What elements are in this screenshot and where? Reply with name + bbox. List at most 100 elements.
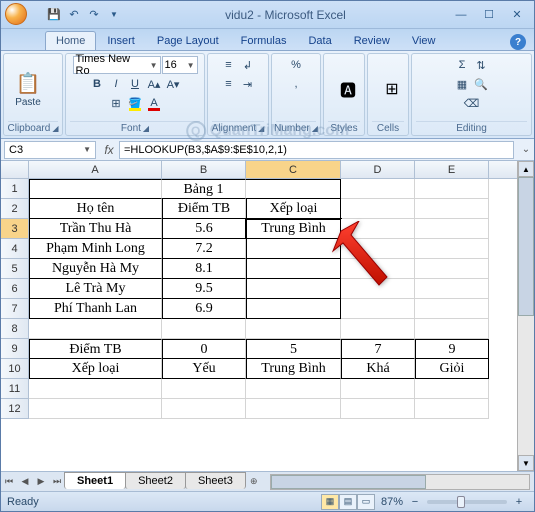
cell[interactable] bbox=[341, 399, 415, 419]
cell[interactable]: 6.9 bbox=[162, 299, 246, 319]
cell[interactable] bbox=[246, 259, 341, 279]
row-header[interactable]: 12 bbox=[1, 399, 29, 419]
cell[interactable] bbox=[415, 199, 489, 219]
dialog-launcher-icon[interactable]: ◢ bbox=[312, 124, 318, 133]
sheet-tab-2[interactable]: Sheet2 bbox=[125, 472, 186, 489]
bold-button[interactable]: B bbox=[88, 75, 106, 93]
cell[interactable] bbox=[246, 239, 341, 259]
cell[interactable] bbox=[29, 399, 162, 419]
tab-view[interactable]: View bbox=[401, 31, 447, 50]
font-name-combo[interactable]: Times New Ro▼ bbox=[73, 56, 161, 74]
font-size-combo[interactable]: 16▼ bbox=[162, 56, 198, 74]
row-header[interactable]: 10 bbox=[1, 359, 29, 379]
cell[interactable]: Điểm TB bbox=[162, 199, 246, 219]
zoom-thumb[interactable] bbox=[457, 496, 465, 508]
cell[interactable] bbox=[29, 319, 162, 339]
cell[interactable] bbox=[341, 299, 415, 319]
cell[interactable] bbox=[246, 319, 341, 339]
row-header[interactable]: 5 bbox=[1, 259, 29, 279]
cell[interactable]: 9 bbox=[415, 339, 489, 359]
fill-color-button[interactable]: 🪣 bbox=[126, 94, 144, 112]
cell[interactable] bbox=[162, 319, 246, 339]
comma-button[interactable]: , bbox=[287, 75, 305, 93]
tab-review[interactable]: Review bbox=[343, 31, 401, 50]
cell[interactable]: Khá bbox=[341, 359, 415, 379]
cell[interactable] bbox=[29, 379, 162, 399]
row-header[interactable]: 11 bbox=[1, 379, 29, 399]
cell[interactable]: Bảng 1 bbox=[162, 179, 246, 199]
cell[interactable]: Xếp loại bbox=[246, 199, 341, 219]
clear-icon[interactable]: ⌫ bbox=[463, 94, 481, 112]
percent-button[interactable]: % bbox=[287, 56, 305, 74]
row-header[interactable]: 3 bbox=[1, 219, 29, 239]
first-sheet-icon[interactable]: ⏮ bbox=[1, 474, 17, 490]
horizontal-scrollbar[interactable] bbox=[270, 474, 530, 490]
sheet-tab-3[interactable]: Sheet3 bbox=[185, 472, 246, 489]
select-all-corner[interactable] bbox=[1, 161, 29, 178]
maximize-button[interactable]: ☐ bbox=[476, 6, 502, 24]
qat-customize-icon[interactable]: ▼ bbox=[105, 6, 123, 24]
tab-home[interactable]: Home bbox=[45, 31, 96, 50]
border-button[interactable]: ⊞ bbox=[107, 94, 125, 112]
tab-insert[interactable]: Insert bbox=[96, 31, 146, 50]
tab-formulas[interactable]: Formulas bbox=[230, 31, 298, 50]
scroll-thumb[interactable] bbox=[271, 475, 426, 489]
help-icon[interactable]: ? bbox=[510, 34, 526, 50]
normal-view-icon[interactable]: ▦ bbox=[321, 494, 339, 510]
cell[interactable] bbox=[415, 179, 489, 199]
cell[interactable]: 7.2 bbox=[162, 239, 246, 259]
cell[interactable] bbox=[29, 179, 162, 199]
underline-button[interactable]: U bbox=[126, 75, 144, 93]
cell[interactable]: 5.6 bbox=[162, 219, 246, 239]
cell[interactable]: Giỏi bbox=[415, 359, 489, 379]
row-header[interactable]: 2 bbox=[1, 199, 29, 219]
cell[interactable] bbox=[341, 259, 415, 279]
font-color-button[interactable]: A bbox=[145, 94, 163, 112]
redo-icon[interactable]: ↷ bbox=[85, 6, 103, 24]
page-break-view-icon[interactable]: ▭ bbox=[357, 494, 375, 510]
scroll-up-icon[interactable]: ▲ bbox=[518, 161, 534, 177]
cell[interactable] bbox=[341, 219, 415, 239]
cell[interactable] bbox=[415, 279, 489, 299]
cell[interactable]: Yếu bbox=[162, 359, 246, 379]
cell[interactable]: 7 bbox=[341, 339, 415, 359]
row-header[interactable]: 9 bbox=[1, 339, 29, 359]
cell[interactable] bbox=[246, 379, 341, 399]
fill-icon[interactable]: ▦ bbox=[453, 75, 471, 93]
scroll-thumb[interactable] bbox=[518, 177, 534, 316]
cell[interactable]: Họ tên bbox=[29, 199, 162, 219]
cell[interactable] bbox=[341, 279, 415, 299]
cell[interactable] bbox=[415, 239, 489, 259]
next-sheet-icon[interactable]: ▶ bbox=[33, 474, 49, 490]
align-top-icon[interactable]: ≡ bbox=[220, 56, 238, 74]
dialog-launcher-icon[interactable]: ◢ bbox=[143, 124, 149, 133]
cell[interactable] bbox=[162, 399, 246, 419]
tab-page-layout[interactable]: Page Layout bbox=[146, 31, 230, 50]
zoom-level[interactable]: 87% bbox=[381, 496, 403, 508]
new-sheet-icon[interactable]: ⊕ bbox=[246, 474, 262, 490]
minimize-button[interactable]: — bbox=[448, 6, 474, 24]
increase-font-icon[interactable]: A▴ bbox=[145, 75, 163, 93]
scroll-down-icon[interactable]: ▼ bbox=[518, 455, 534, 471]
cell[interactable] bbox=[341, 319, 415, 339]
expand-formula-icon[interactable]: ⌄ bbox=[518, 144, 534, 155]
tab-data[interactable]: Data bbox=[297, 31, 342, 50]
cell[interactable]: Nguyễn Hà My bbox=[29, 259, 162, 279]
cell[interactable]: Phạm Minh Long bbox=[29, 239, 162, 259]
cell[interactable]: 9.5 bbox=[162, 279, 246, 299]
row-header[interactable]: 4 bbox=[1, 239, 29, 259]
cell[interactable]: Phí Thanh Lan bbox=[29, 299, 162, 319]
styles-button[interactable]: 🅰 bbox=[328, 73, 368, 105]
cell[interactable] bbox=[341, 179, 415, 199]
office-button[interactable] bbox=[5, 3, 41, 27]
undo-icon[interactable]: ↶ bbox=[65, 6, 83, 24]
row-header[interactable]: 7 bbox=[1, 299, 29, 319]
align-left-icon[interactable]: ≡ bbox=[220, 75, 238, 93]
formula-input[interactable]: =HLOOKUP(B3,$A$9:$E$10,2,1) bbox=[119, 141, 514, 159]
cell[interactable] bbox=[415, 399, 489, 419]
cell[interactable]: Trung Bình bbox=[246, 359, 341, 379]
last-sheet-icon[interactable]: ⏭ bbox=[49, 474, 65, 490]
cell[interactable]: 5 bbox=[246, 339, 341, 359]
cell[interactable]: Trần Thu Hà bbox=[29, 219, 162, 239]
fx-icon[interactable]: fx bbox=[99, 143, 119, 157]
